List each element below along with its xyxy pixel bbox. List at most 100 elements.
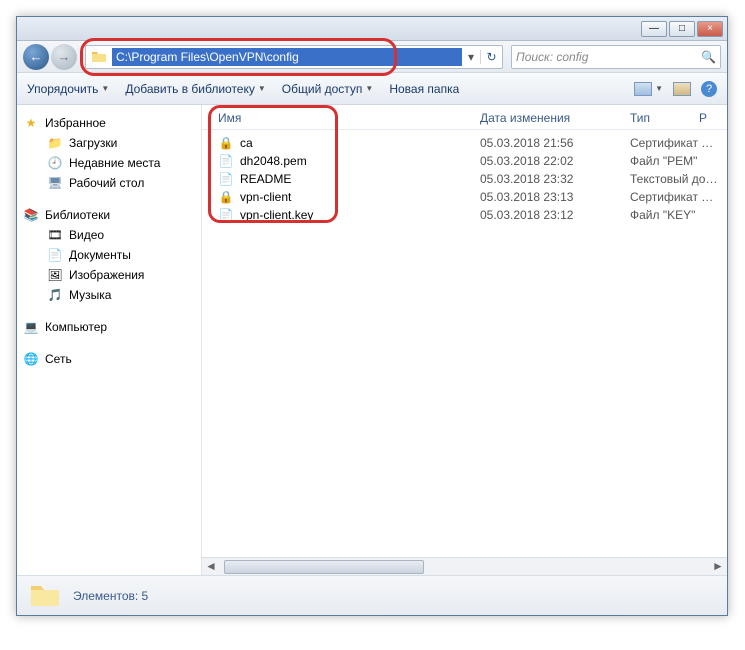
- file-icon: 📄: [218, 171, 234, 187]
- column-headers: Имя Дата изменения Тип Р: [202, 105, 727, 130]
- sidebar-downloads-label: Загрузки: [69, 136, 117, 150]
- sidebar-recent[interactable]: 🕘 Недавние места: [21, 153, 197, 173]
- explorer-window: — □ × ← → ▾ ↻ Поиск: config 🔍 Упорядочит…: [16, 16, 728, 616]
- share-label: Общий доступ: [282, 82, 363, 96]
- view-button[interactable]: ▼: [634, 82, 663, 96]
- nav-bar: ← → ▾ ↻ Поиск: config 🔍: [17, 41, 727, 73]
- forward-button[interactable]: →: [51, 44, 77, 70]
- sidebar-network-label: Сеть: [45, 352, 72, 366]
- help-button[interactable]: ?: [701, 81, 717, 97]
- file-date: 05.03.2018 21:56: [480, 136, 630, 150]
- desktop-icon: 🖥: [47, 175, 63, 191]
- file-date: 05.03.2018 23:13: [480, 190, 630, 204]
- folder-icon: 📁: [47, 135, 63, 151]
- address-input[interactable]: [112, 48, 462, 66]
- nav-buttons: ← →: [23, 44, 77, 70]
- file-icon: 📄: [218, 153, 234, 169]
- file-date: 05.03.2018 22:02: [480, 154, 630, 168]
- music-icon: 🎵: [47, 287, 63, 303]
- scroll-thumb[interactable]: [224, 560, 424, 574]
- file-type: Файл "KEY": [630, 208, 719, 222]
- sidebar-recent-label: Недавние места: [69, 156, 160, 170]
- scroll-right-arrow[interactable]: ►: [709, 559, 727, 575]
- titlebar: — □ ×: [17, 17, 727, 41]
- file-type: Сертификат безо...: [630, 136, 719, 150]
- network-icon: 🌐: [23, 351, 39, 367]
- file-name: vpn-client.key: [240, 208, 313, 222]
- sidebar-downloads[interactable]: 📁 Загрузки: [21, 133, 197, 153]
- file-row[interactable]: 📄dh2048.pem05.03.2018 22:02Файл "PEM": [210, 152, 719, 170]
- search-placeholder: Поиск: config: [516, 50, 701, 64]
- file-row[interactable]: 🔒ca05.03.2018 21:56Сертификат безо...: [210, 134, 719, 152]
- sidebar-libraries[interactable]: 📚 Библиотеки: [21, 205, 197, 225]
- sidebar-pictures-label: Изображения: [69, 268, 144, 282]
- main-area: ★ Избранное 📁 Загрузки 🕘 Недавние места …: [17, 105, 727, 575]
- file-row[interactable]: 📄 vpn-client.key 05.03.2018 23:12Файл "KEY…: [210, 206, 719, 224]
- col-name-header[interactable]: Имя: [210, 111, 480, 125]
- file-row[interactable]: 📄README05.03.2018 23:32Текстовый докум..…: [210, 170, 719, 188]
- file-list: 🔒ca05.03.2018 21:56Сертификат безо...📄dh…: [202, 130, 727, 228]
- share-menu[interactable]: Общий доступ ▼: [282, 82, 374, 96]
- include-label: Добавить в библиотеку: [125, 82, 255, 96]
- file-type: Сертификат безо...: [630, 190, 719, 204]
- sidebar: ★ Избранное 📁 Загрузки 🕘 Недавние места …: [17, 105, 202, 575]
- file-row[interactable]: 🔒 vpn-client 05.03.2018 23:13Сертификат бе…: [210, 188, 719, 206]
- item-count: Элементов: 5: [73, 589, 148, 603]
- star-icon: ★: [23, 115, 39, 131]
- chevron-down-icon: ▼: [365, 84, 373, 93]
- sidebar-desktop-label: Рабочий стол: [69, 176, 144, 190]
- file-date: 05.03.2018 23:12: [480, 208, 630, 222]
- sidebar-computer-label: Компьютер: [45, 320, 107, 334]
- sidebar-documents-label: Документы: [69, 248, 131, 262]
- sidebar-videos[interactable]: 🎞 Видео: [21, 225, 197, 245]
- file-pane: Имя Дата изменения Тип Р 🔒ca05.03.2018 2…: [202, 105, 727, 575]
- view-icon: [634, 82, 652, 96]
- search-icon: 🔍: [701, 50, 716, 64]
- refresh-button[interactable]: ↻: [480, 50, 502, 64]
- sidebar-videos-label: Видео: [69, 228, 104, 242]
- preview-pane-button[interactable]: [673, 82, 691, 96]
- search-box[interactable]: Поиск: config 🔍: [511, 45, 721, 69]
- organize-menu[interactable]: Упорядочить ▼: [27, 82, 109, 96]
- toolbar: Упорядочить ▼ Добавить в библиотеку ▼ Об…: [17, 73, 727, 105]
- minimize-button[interactable]: —: [641, 21, 667, 37]
- sidebar-music[interactable]: 🎵 Музыка: [21, 285, 197, 305]
- sidebar-favorites[interactable]: ★ Избранное: [21, 113, 197, 133]
- file-name: README: [240, 172, 291, 186]
- libraries-icon: 📚: [23, 207, 39, 223]
- address-dropdown-icon[interactable]: ▾: [462, 50, 480, 64]
- address-bar[interactable]: ▾ ↻: [85, 45, 503, 69]
- sidebar-documents[interactable]: 📄 Документы: [21, 245, 197, 265]
- sidebar-music-label: Музыка: [69, 288, 111, 302]
- folder-icon: [90, 48, 108, 66]
- close-button[interactable]: ×: [697, 21, 723, 37]
- scroll-left-arrow[interactable]: ◄: [202, 559, 220, 575]
- sidebar-desktop[interactable]: 🖥 Рабочий стол: [21, 173, 197, 193]
- maximize-button[interactable]: □: [669, 21, 695, 37]
- include-library-menu[interactable]: Добавить в библиотеку ▼: [125, 82, 265, 96]
- sidebar-libraries-label: Библиотеки: [45, 208, 110, 222]
- file-name: vpn-client: [240, 190, 291, 204]
- document-icon: 📄: [47, 247, 63, 263]
- sidebar-computer[interactable]: 💻 Компьютер: [21, 317, 197, 337]
- recent-icon: 🕘: [47, 155, 63, 171]
- sidebar-pictures[interactable]: 🖼 Изображения: [21, 265, 197, 285]
- newfolder-label: Новая папка: [389, 82, 459, 96]
- status-bar: Элементов: 5: [17, 575, 727, 615]
- chevron-down-icon: ▼: [101, 84, 109, 93]
- horizontal-scrollbar[interactable]: ◄ ►: [202, 557, 727, 575]
- file-icon: 🔒: [218, 189, 234, 205]
- col-date-header[interactable]: Дата изменения: [480, 111, 630, 125]
- back-button[interactable]: ←: [23, 44, 49, 70]
- pictures-icon: 🖼: [47, 267, 63, 283]
- sidebar-network[interactable]: 🌐 Сеть: [21, 349, 197, 369]
- chevron-down-icon: ▼: [258, 84, 266, 93]
- folder-icon: [29, 582, 61, 610]
- col-r-header[interactable]: Р: [699, 111, 719, 125]
- file-icon: 📄: [218, 207, 234, 223]
- new-folder-button[interactable]: Новая папка: [389, 82, 459, 96]
- organize-label: Упорядочить: [27, 82, 98, 96]
- col-type-header[interactable]: Тип: [630, 111, 699, 125]
- file-icon: 🔒: [218, 135, 234, 151]
- video-icon: 🎞: [47, 227, 63, 243]
